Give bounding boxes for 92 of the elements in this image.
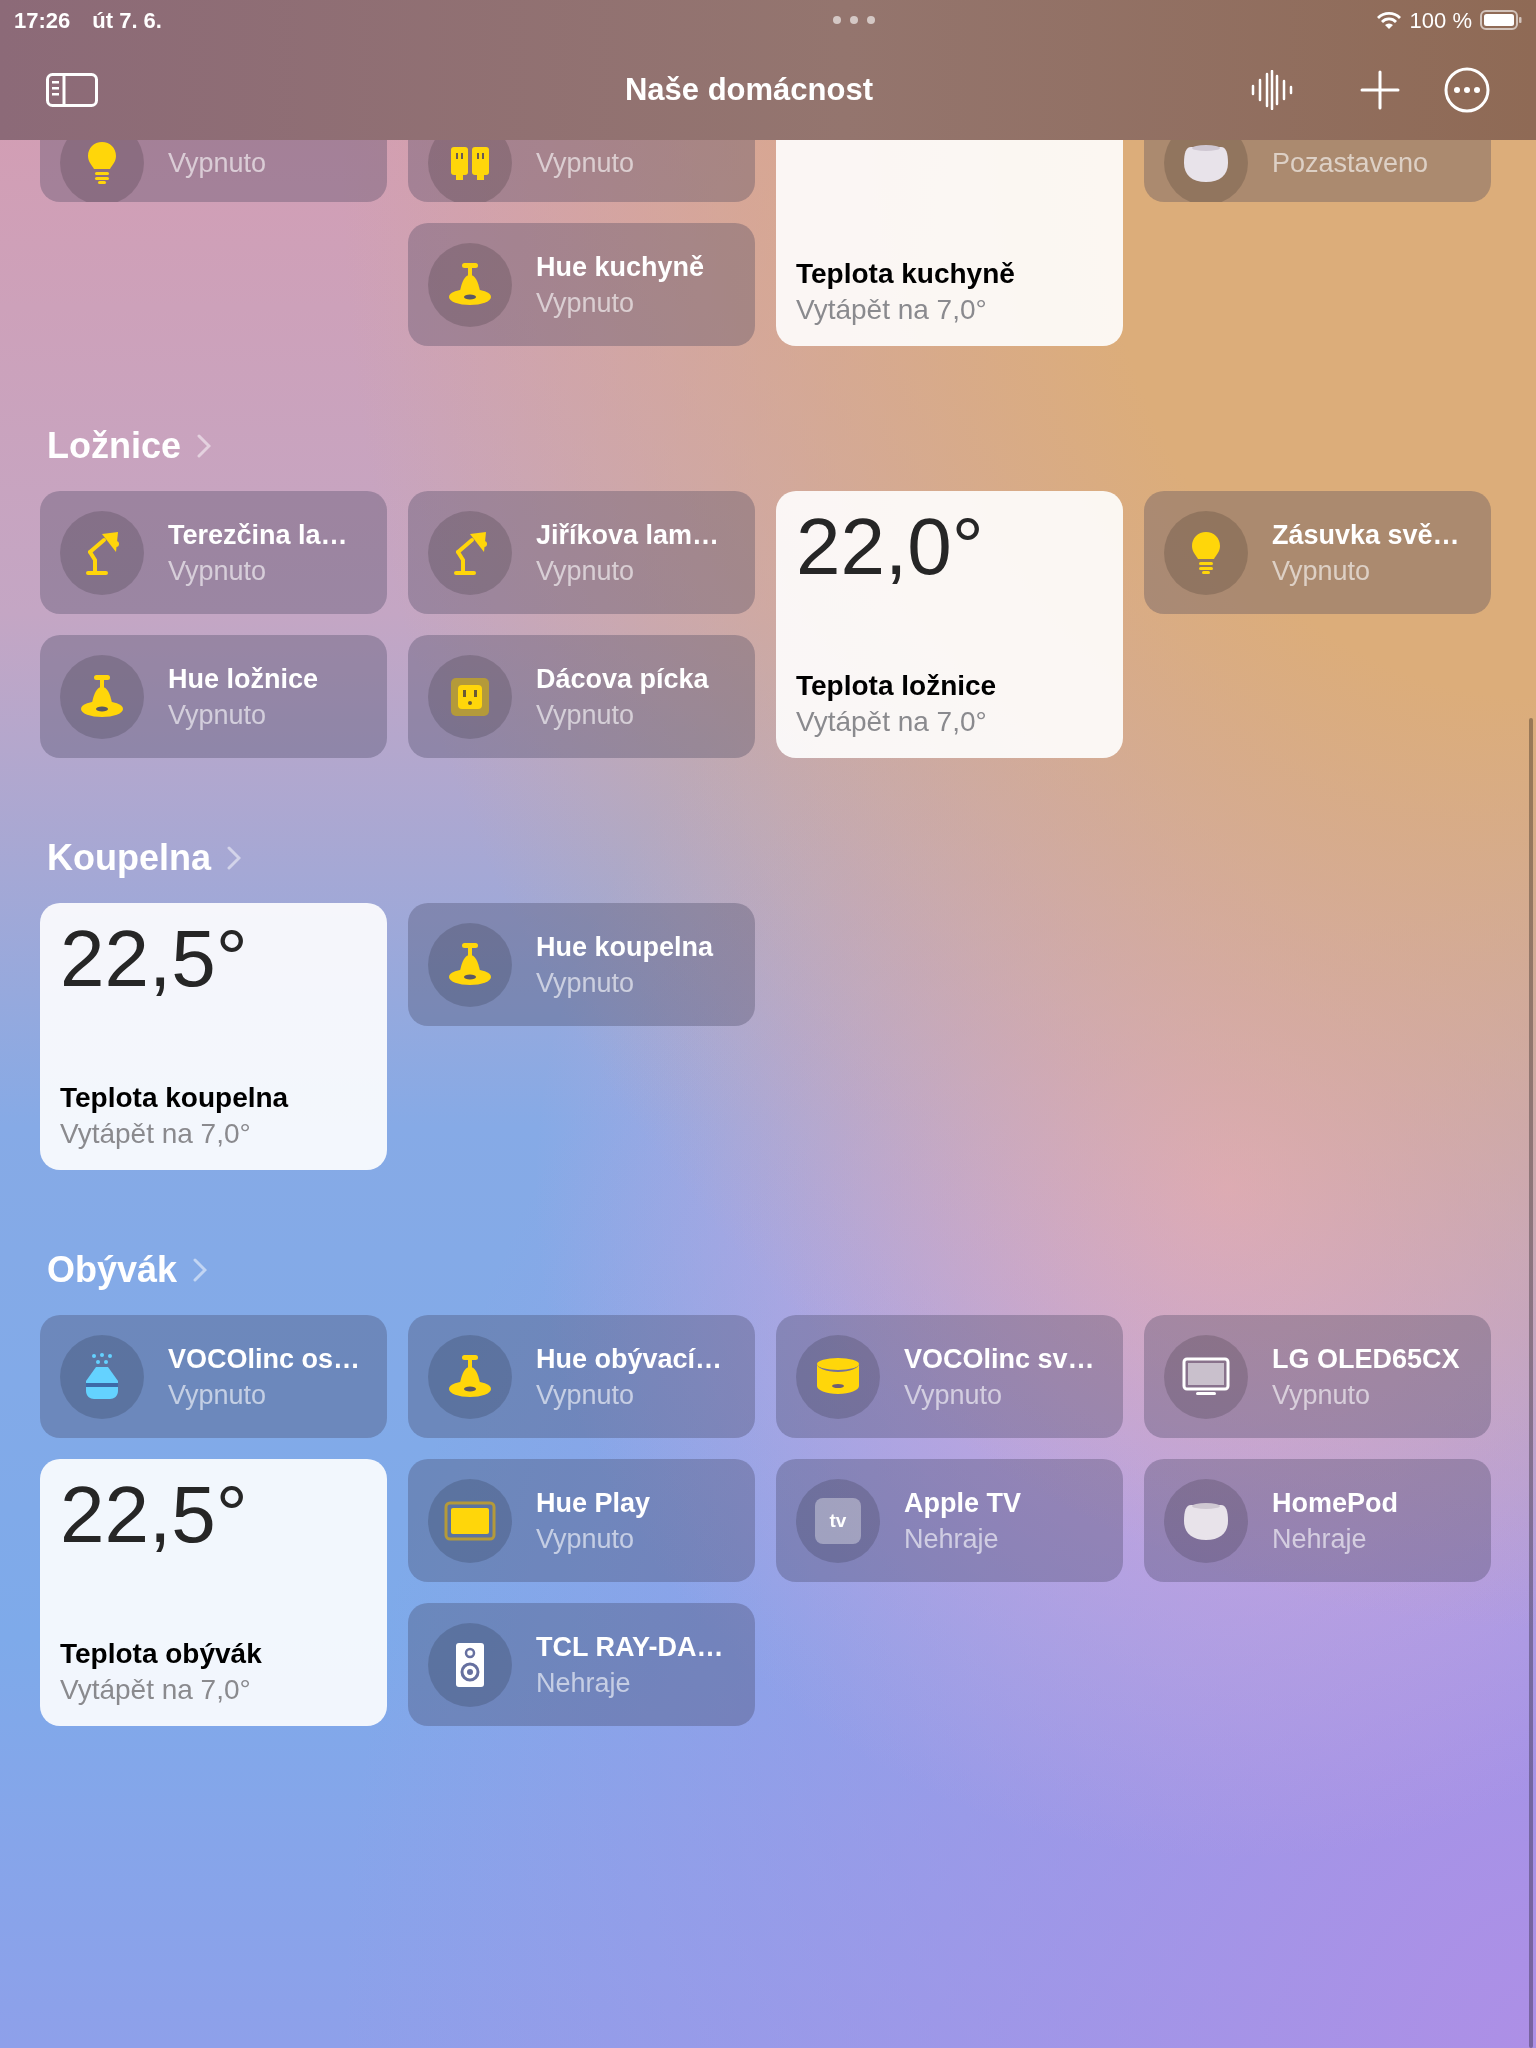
pendant-lamp-icon	[447, 261, 493, 308]
accessory-tile[interactable]: VOCOlinc os… Vypnuto	[40, 1315, 387, 1438]
tile-status: Vypnuto	[168, 698, 268, 732]
tile-status: Vypnuto	[536, 966, 636, 1000]
accessory-tile[interactable]: TCL RAY-DA… Nehraje	[408, 1603, 755, 1726]
tile-status: Vypnuto	[536, 698, 636, 732]
power-outlet-icon	[450, 676, 490, 717]
pendant-lamp-icon	[79, 673, 125, 720]
tile-name: Hue obývací…	[536, 1342, 723, 1376]
tile-status: Vypnuto	[536, 1522, 636, 1556]
tile-name: Teplota koupelna	[60, 1081, 290, 1115]
tile-name: Teplota kuchyně	[796, 257, 1016, 291]
multitasking-dots-icon[interactable]	[831, 15, 876, 25]
accessory-tile[interactable]: Jiříkova lam… Vypnuto	[408, 491, 755, 614]
tile-name: TCL RAY-DA…	[536, 1630, 724, 1664]
accessory-tile[interactable]: Dácova pícka Vypnuto	[408, 635, 755, 758]
temperature-reading: 22,5°	[60, 1469, 249, 1561]
tile-status: Vypnuto	[168, 147, 267, 180]
tile-name: VOCOlinc sv…	[904, 1342, 1095, 1376]
intercom-waveform-icon[interactable]	[1250, 70, 1294, 110]
tile-status: Vytápět na 7,0°	[60, 1117, 252, 1151]
room-heading[interactable]: Koupelna	[47, 831, 211, 885]
temperature-reading: 22,0°	[796, 501, 985, 593]
thermostat-tile[interactable]: 22,5° Teplota koupelna Vytápět na 7,0°	[40, 903, 387, 1170]
tile-name: HomePod	[1272, 1486, 1398, 1520]
tile-status: Vytápět na 7,0°	[796, 293, 988, 327]
tile-name: Teplota obývák	[60, 1637, 263, 1671]
tile-name: Hue ložnice	[168, 662, 319, 696]
accessory-tile[interactable]: VOCOlinc sv… Vypnuto	[776, 1315, 1123, 1438]
battery-icon	[1480, 10, 1522, 30]
thermostat-tile[interactable]: Teplota kuchyně Vytápět na 7,0°	[776, 140, 1123, 346]
tile-status: Nehraje	[904, 1522, 1000, 1556]
accessory-tile[interactable]: Zásuvka svě… Vypnuto	[1144, 491, 1491, 614]
tile-status: Vypnuto	[168, 1378, 268, 1412]
accessory-tile[interactable]: tv Apple TV Nehraje	[776, 1459, 1123, 1582]
tile-name: Teplota ložnice	[796, 669, 998, 703]
tile-status: Vypnuto	[168, 554, 268, 588]
accessory-tile[interactable]: LG OLED65CX Vypnuto	[1144, 1315, 1491, 1438]
tile-name: Jiříkova lam…	[536, 518, 720, 552]
tile-name: Hue kuchyně	[536, 250, 705, 284]
tile-name: LG OLED65CX	[1272, 1342, 1460, 1376]
tile-status: Vytápět na 7,0°	[60, 1673, 252, 1707]
tile-name: Terezčina la…	[168, 518, 348, 552]
accessory-tile[interactable]: Hue koupelna Vypnuto	[408, 903, 755, 1026]
date: út 7. 6.	[92, 6, 162, 35]
clock-time: 17:26	[14, 6, 71, 35]
room-heading[interactable]: Ložnice	[47, 419, 181, 473]
accessory-tile[interactable]: Hue Play Vypnuto	[408, 1459, 755, 1582]
homepod-icon	[1183, 1500, 1229, 1541]
tile-name: Hue koupelna	[536, 930, 714, 964]
pendant-lamp-icon	[447, 941, 493, 988]
tile-name: VOCOlinc os…	[168, 1342, 361, 1376]
thermostat-tile[interactable]: 22,5° Teplota obývák Vytápět na 7,0°	[40, 1459, 387, 1726]
tile-status: Vypnuto	[536, 1378, 636, 1412]
accessory-tile[interactable]: Hue obývací… Vypnuto	[408, 1315, 755, 1438]
tile-status: Vypnuto	[904, 1378, 1004, 1412]
tile-name: Hue Play	[536, 1486, 651, 1520]
tile-name: Zásuvka svě…	[1272, 518, 1460, 552]
lightbulb-icon	[1191, 530, 1221, 575]
tile-name: Dácova pícka	[536, 662, 709, 696]
tile-status: Nehraje	[536, 1666, 632, 1700]
battery-percentage: 100 %	[1409, 6, 1472, 35]
wifi-icon	[1375, 10, 1402, 30]
sidebar-toggle-icon[interactable]	[46, 72, 98, 108]
add-icon[interactable]	[1360, 70, 1400, 110]
ceiling-light-icon	[815, 1356, 861, 1397]
tile-status: Vypnuto	[1272, 1378, 1372, 1412]
tile-status: Vypnuto	[536, 286, 636, 320]
speaker-icon	[455, 1641, 485, 1688]
tile-status: Nehraje	[1272, 1522, 1368, 1556]
tile-status: Pozastaveno	[1272, 147, 1429, 180]
pendant-lamp-icon	[447, 1353, 493, 1400]
more-options-icon[interactable]	[1444, 67, 1490, 113]
tile-status: Vypnuto	[536, 147, 635, 180]
accessory-tile[interactable]: Hue ložnice Vypnuto	[40, 635, 387, 758]
tile-status: Vytápět na 7,0°	[796, 705, 988, 739]
thermostat-tile[interactable]: 22,0° Teplota ložnice Vytápět na 7,0°	[776, 491, 1123, 758]
temperature-reading: 22,5°	[60, 913, 249, 1005]
tile-name: Apple TV	[904, 1486, 1021, 1520]
tile-status: Vypnuto	[1272, 554, 1372, 588]
room-heading[interactable]: Obývák	[47, 1243, 178, 1297]
homepod-icon	[1183, 143, 1229, 183]
apple-tv-icon: tv	[815, 1497, 861, 1544]
tile-status: Vypnuto	[536, 554, 636, 588]
accessory-tile[interactable]: Terezčina la… Vypnuto	[40, 491, 387, 614]
light-panel-icon	[444, 1500, 496, 1541]
power-strip-icon	[450, 145, 490, 181]
accessory-tile[interactable]: Hue kuchyně Vypnuto	[408, 223, 755, 346]
home-title: Naše domácnost	[624, 70, 874, 109]
accessory-tile[interactable]: HomePod Nehraje	[1144, 1459, 1491, 1582]
television-icon	[1182, 1356, 1230, 1397]
lightbulb-icon	[87, 141, 117, 185]
